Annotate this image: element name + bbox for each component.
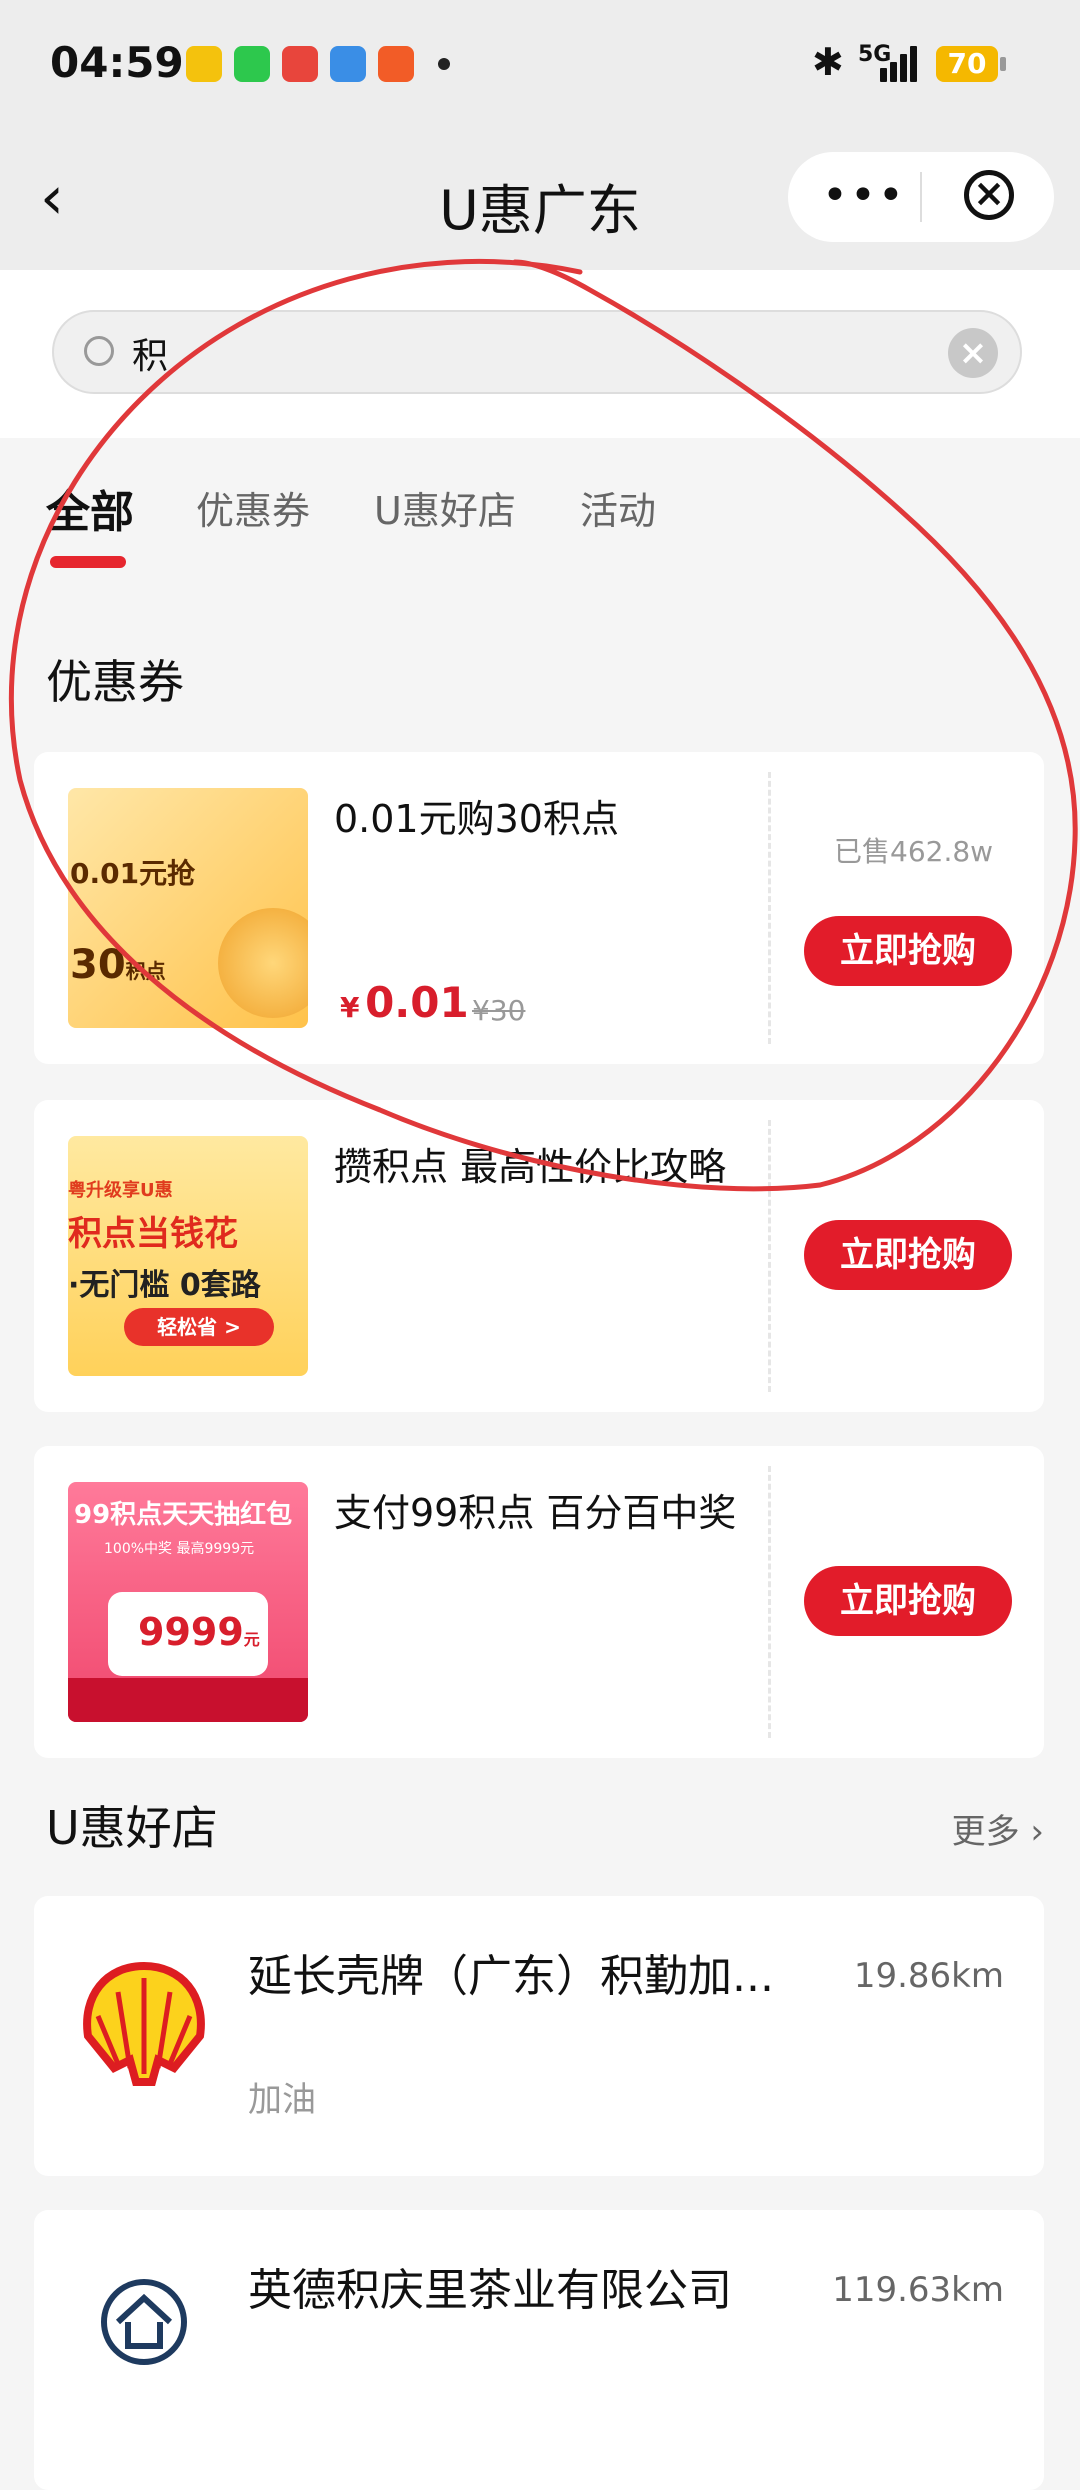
network-type: 5G xyxy=(858,42,892,67)
thumb-text: 积点当钱花 xyxy=(68,1214,238,1254)
search-icon xyxy=(84,336,114,366)
thumb-button: 轻松省 > xyxy=(124,1308,274,1346)
store-category: 加油 xyxy=(248,2080,316,2120)
search-bar: × xyxy=(52,310,1022,394)
tab-coupons[interactable]: 优惠券 xyxy=(196,480,310,535)
bluetooth-icon: ✱ xyxy=(812,40,844,84)
thumb-text: 粤升级享U惠 xyxy=(68,1180,173,1201)
buy-now-button[interactable]: 立即抢购 xyxy=(804,916,1012,986)
stores-section-title: U惠好店 xyxy=(46,1801,218,1855)
navigation-bar: ‹ U惠广东 ••• × xyxy=(0,130,1080,270)
currency-symbol: ¥ xyxy=(340,991,360,1024)
more-stores-link[interactable]: 更多 › xyxy=(952,1804,1044,1853)
coupon-card[interactable]: 99积点天天抽红包 100%中奖 最高9999元 9999元 支付99积点 百分… xyxy=(34,1446,1044,1758)
coupon-card[interactable]: 粤升级享U惠 积点当钱花 ·无门槛 0套路 轻松省 > 攒积点 最高性价比攻略 … xyxy=(34,1100,1044,1412)
active-tab-indicator xyxy=(50,556,126,568)
more-notifications-dot xyxy=(438,58,450,70)
store-distance: 119.63km xyxy=(832,2270,1004,2310)
search-input[interactable] xyxy=(130,322,934,384)
thumb-text: 0.01元抢 xyxy=(70,857,196,890)
price-value: 0.01 xyxy=(365,978,469,1027)
store-distance: 19.86km xyxy=(853,1956,1004,1996)
store-name: 英德积庆里茶业有限公司 xyxy=(248,2265,732,2316)
thumb-number: 9999 xyxy=(138,1610,244,1654)
status-time: 04:59 xyxy=(50,38,184,87)
coupon-sold-count: 已售462.8w xyxy=(834,835,994,868)
coupon-title: 攒积点 最高性价比攻略 xyxy=(334,1145,727,1189)
thumb-text: 99积点天天抽红包 xyxy=(74,1500,293,1530)
message-notification-icon xyxy=(234,46,270,82)
card-divider xyxy=(768,772,771,1044)
card-divider xyxy=(768,1466,771,1738)
app-notification-icon xyxy=(186,46,222,82)
close-icon: × xyxy=(973,171,1005,215)
tab-activities[interactable]: 活动 xyxy=(580,480,656,535)
shell-logo-icon xyxy=(83,1961,205,2086)
tab-all[interactable]: 全部 xyxy=(46,476,134,540)
battery-icon: 70 xyxy=(936,46,1006,82)
food-delivery-notification-icon xyxy=(282,46,318,82)
close-miniprogram-button[interactable]: × xyxy=(964,170,1014,220)
thumb-number: 30 xyxy=(70,942,126,988)
store-card[interactable]: 英德积庆里茶业有限公司 119.63km xyxy=(34,2210,1044,2490)
thumb-text: 9999元 xyxy=(138,1610,260,1654)
coupon-card[interactable]: 0.01元抢 30积点 0.01元购30积点 ¥ 0.01 ¥30 已售462.… xyxy=(34,752,1044,1064)
buy-now-button[interactable]: 立即抢购 xyxy=(804,1566,1012,1636)
miniprogram-capsule: ••• × xyxy=(788,152,1054,242)
coupon-thumbnail: 99积点天天抽红包 100%中奖 最高9999元 9999元 xyxy=(68,1482,308,1722)
status-bar: 04:59 ✱ 5G 70 xyxy=(0,0,1080,130)
more-menu-button[interactable]: ••• xyxy=(822,170,906,221)
card-divider xyxy=(768,1120,771,1392)
buy-now-button[interactable]: 立即抢购 xyxy=(804,1220,1012,1290)
tea-company-logo-icon xyxy=(101,2279,187,2365)
store-name: 延长壳牌（广东）积勤加... xyxy=(248,1951,774,2002)
weather-notification-icon xyxy=(330,46,366,82)
search-area: × xyxy=(0,270,1080,438)
coupon-thumbnail: 0.01元抢 30积点 xyxy=(68,788,308,1028)
coupons-section-title: 优惠券 xyxy=(46,655,184,709)
thumb-unit: 积点 xyxy=(125,959,166,983)
tab-good-stores[interactable]: U惠好店 xyxy=(374,480,516,535)
clear-search-button[interactable]: × xyxy=(948,328,998,378)
coupon-original-price: ¥30 xyxy=(472,994,526,1027)
store-card[interactable]: 延长壳牌（广东）积勤加... 19.86km 加油 xyxy=(34,1896,1044,2176)
capsule-divider xyxy=(920,172,922,222)
shopping-notification-icon xyxy=(378,46,414,82)
thumb-text: 30积点 xyxy=(70,942,166,988)
coupon-title: 0.01元购30积点 xyxy=(334,797,619,841)
coupon-thumbnail: 粤升级享U惠 积点当钱花 ·无门槛 0套路 轻松省 > xyxy=(68,1136,308,1376)
coupon-price: ¥ 0.01 xyxy=(340,978,469,1027)
coupon-title: 支付99积点 百分百中奖 xyxy=(334,1491,737,1535)
thumb-text: ·无门槛 0套路 xyxy=(68,1268,261,1303)
thumb-text: 100%中奖 最高9999元 xyxy=(104,1541,255,1557)
thumb-unit: 元 xyxy=(243,1630,260,1649)
